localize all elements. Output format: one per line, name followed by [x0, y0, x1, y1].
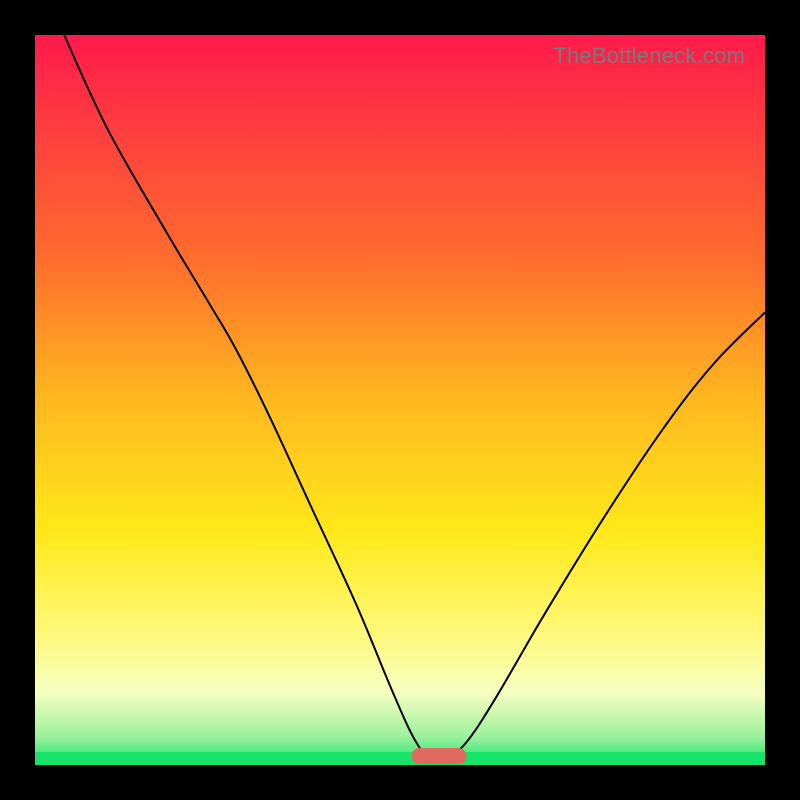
plot-area: TheBottleneck.com — [35, 35, 765, 765]
optimal-point-marker — [411, 748, 466, 764]
curve-path — [64, 35, 765, 758]
attribution-text: TheBottleneck.com — [553, 43, 745, 69]
bottleneck-curve — [35, 35, 765, 765]
chart-frame: TheBottleneck.com — [0, 0, 800, 800]
